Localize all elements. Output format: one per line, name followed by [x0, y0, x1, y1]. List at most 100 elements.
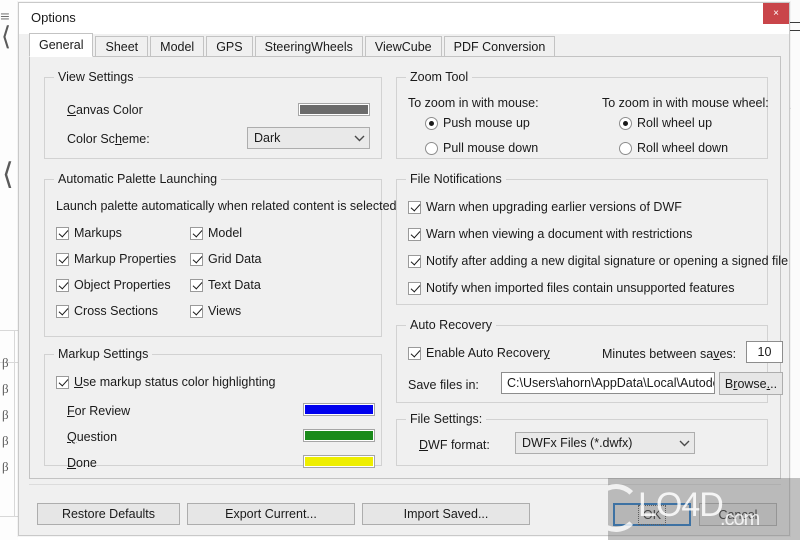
checkbox-box	[56, 252, 69, 266]
dwf-format-select[interactable]: DWFx Files (*.dwfx)	[515, 432, 695, 454]
checkbox-label: Markups	[74, 226, 122, 240]
general-tab-page: View Settings Canvas Color Color Scheme:…	[29, 56, 788, 479]
file-notifications-group: File Notifications Warn when upgrading e…	[396, 172, 788, 305]
checkbox-box	[408, 200, 421, 214]
options-dialog: Options × General Sheet Model GPS SteeringWh…	[18, 2, 790, 536]
file-settings-group: File Settings: DWF format: DWFx Files (*…	[396, 412, 768, 466]
zoom-wheel-radio-roll-wheel-down[interactable]: Roll wheel down	[619, 141, 728, 155]
checkbox-label: Views	[208, 304, 242, 318]
auto-recovery-group: Auto Recovery Enable Auto Recovery Minut…	[396, 318, 783, 403]
chevron-down-icon	[674, 433, 694, 453]
tab-label: Model	[160, 39, 195, 54]
tab-pdf-conversion[interactable]: PDF Conversion	[443, 36, 556, 57]
checkbox-label: Enable Auto Recovery	[426, 346, 550, 360]
radio-label: Pull mouse down	[443, 141, 539, 155]
color-scheme-label: Color Scheme:	[67, 132, 150, 146]
tab-label: GPS	[216, 39, 243, 54]
automatic-palette-launching-group: Automatic Palette Launching Launch palet…	[44, 172, 397, 337]
checkbox-box	[408, 254, 421, 268]
footer-divider	[29, 484, 781, 485]
import-saved-button[interactable]: Import Saved...	[362, 503, 530, 525]
minutes-between-saves-input[interactable]: 10	[746, 341, 783, 363]
zoom-wheel-heading: To zoom in with mouse wheel:	[602, 96, 769, 110]
file-notification-checkbox-warn-when-viewing-a-document-with-restrictio[interactable]: Warn when viewing a document with restri…	[408, 227, 692, 241]
checkbox-label: Warn when viewing a document with restri…	[426, 227, 693, 241]
tab-viewcube[interactable]: ViewCube	[364, 36, 442, 57]
canvas-color-swatch[interactable]	[298, 103, 370, 116]
checkbox-box	[56, 278, 69, 292]
file-settings-legend: File Settings:	[406, 412, 487, 426]
tab-strip: General Sheet Model GPS SteeringWheels ViewCu…	[29, 33, 781, 57]
enable-auto-recovery-checkbox[interactable]: Enable Auto Recovery	[408, 346, 550, 360]
dialog-footer: Restore Defaults Export Current... Impor…	[19, 484, 789, 537]
checkbox-box	[190, 252, 203, 266]
palette-checkbox-object-properties[interactable]: Object Properties	[56, 278, 171, 292]
close-icon[interactable]: ×	[763, 3, 789, 24]
tab-model[interactable]: Model	[150, 36, 205, 57]
radio-indicator	[619, 116, 632, 130]
tab-general[interactable]: General	[29, 33, 94, 57]
title-bar: Options ×	[19, 3, 789, 34]
markup-status-swatch-done[interactable]	[303, 455, 375, 468]
palette-checkbox-text-data[interactable]: Text Data	[190, 278, 261, 292]
palette-checkbox-markup-properties[interactable]: Markup Properties	[56, 252, 176, 266]
tab-label: SteeringWheels	[264, 39, 353, 54]
palette-checkbox-views[interactable]: Views	[190, 304, 241, 318]
markup-status-label-for-review: For Review	[67, 404, 131, 418]
zoom-mouse-heading: To zoom in with mouse:	[408, 96, 539, 110]
tab-gps[interactable]: GPS	[206, 36, 253, 57]
checkbox-box	[190, 278, 203, 292]
automatic-palette-launching-legend: Automatic Palette Launching	[54, 172, 222, 186]
save-files-in-label: Save files in:	[408, 378, 479, 392]
checkbox-box	[56, 375, 69, 389]
palette-checkbox-markups[interactable]: Markups	[56, 226, 122, 240]
checkbox-label: Warn when upgrading earlier versions of …	[426, 200, 682, 214]
markup-status-label-done: Done	[67, 456, 97, 470]
palette-checkbox-model[interactable]: Model	[190, 226, 242, 240]
radio-label: Roll wheel up	[637, 116, 713, 130]
zoom-mouse-radio-pull-mouse-down[interactable]: Pull mouse down	[425, 141, 538, 155]
ok-button[interactable]: OK	[613, 503, 691, 526]
auto-recovery-legend: Auto Recovery	[406, 318, 496, 332]
cancel-button[interactable]: Cancel	[699, 503, 777, 526]
file-notification-checkbox-notify-after-adding-a-new-digital-signature-[interactable]: Notify after adding a new digital signat…	[408, 254, 788, 268]
save-files-in-input[interactable]: C:\Users\ahorn\AppData\Local\Autode:	[501, 372, 715, 394]
zoom-tool-group: Zoom Tool To zoom in with mouse: To zoom…	[396, 70, 769, 159]
zoom-mouse-radio-push-mouse-up[interactable]: Push mouse up	[425, 116, 530, 130]
markup-status-label-question: Question	[67, 430, 118, 444]
tab-sheet[interactable]: Sheet	[95, 36, 149, 57]
tab-label: ViewCube	[374, 39, 432, 54]
checkbox-box	[408, 227, 421, 241]
palette-description: Launch palette automatically when relate…	[56, 199, 397, 213]
markup-settings-group: Markup Settings Use markup status color …	[44, 347, 382, 470]
radio-indicator	[619, 141, 632, 155]
checkbox-box	[56, 304, 69, 318]
markup-settings-legend: Markup Settings	[54, 347, 153, 361]
color-scheme-select[interactable]: Dark	[247, 127, 370, 149]
browse-button[interactable]: Browse...	[719, 372, 783, 395]
palette-checkbox-grid-data[interactable]: Grid Data	[190, 252, 262, 266]
zoom-wheel-radio-roll-wheel-up[interactable]: Roll wheel up	[619, 116, 712, 130]
dwf-format-value: DWFx Files (*.dwfx)	[522, 436, 633, 450]
zoom-tool-legend: Zoom Tool	[406, 70, 473, 84]
tab-label: General	[39, 38, 84, 52]
restore-defaults-button[interactable]: Restore Defaults	[37, 503, 180, 525]
window-title: Options	[31, 10, 76, 25]
checkbox-label: Model	[208, 226, 243, 240]
file-notification-checkbox-warn-when-upgrading-earlier-versions-of-dwf[interactable]: Warn when upgrading earlier versions of …	[408, 200, 682, 214]
tab-steeringwheels[interactable]: SteeringWheels	[254, 36, 363, 57]
checkbox-box	[190, 304, 203, 318]
file-notification-checkbox-notify-when-imported-files-contain-unsupport[interactable]: Notify when imported files contain unsup…	[408, 281, 735, 295]
radio-label: Roll wheel down	[637, 141, 729, 155]
minutes-between-saves-label: Minutes between saves:	[602, 347, 737, 361]
checkbox-label: Notify after adding a new digital signat…	[426, 254, 789, 268]
palette-checkbox-cross-sections[interactable]: Cross Sections	[56, 304, 158, 318]
checkbox-label: Markup Properties	[74, 252, 177, 266]
markup-status-swatch-question[interactable]	[303, 429, 375, 442]
checkbox-box	[56, 226, 69, 240]
markup-status-swatch-for-review[interactable]	[303, 403, 375, 416]
export-current-button[interactable]: Export Current...	[187, 503, 355, 525]
use-markup-status-color-highlighting-checkbox[interactable]: Use markup status color highlighting	[56, 375, 276, 389]
file-notifications-legend: File Notifications	[406, 172, 506, 186]
cancel-button-label: Cancel	[718, 507, 758, 522]
